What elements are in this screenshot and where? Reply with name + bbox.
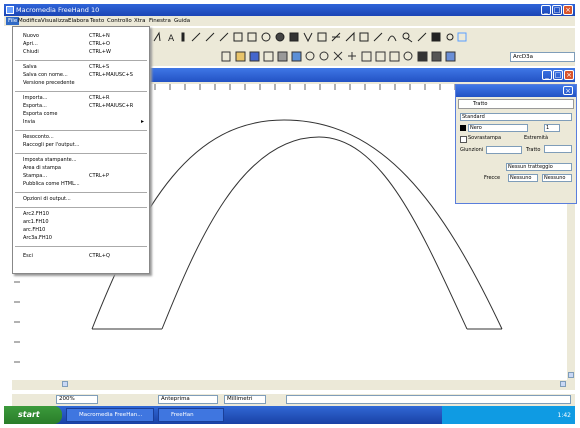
panel-title-bar: × xyxy=(456,85,576,97)
menu-item-print-area[interactable]: Area di stampa xyxy=(23,165,61,171)
menu-item-recent-file[interactable]: Arc2.FH10 xyxy=(23,211,49,217)
doc-close-button[interactable]: × xyxy=(564,70,574,80)
stroke-type-select[interactable]: Standard xyxy=(460,113,572,121)
menu-guida[interactable]: Guida xyxy=(174,18,190,24)
menu-item-print[interactable]: Stampa... xyxy=(23,173,47,179)
panel-close-button[interactable]: × xyxy=(563,86,573,95)
svg-text:A: A xyxy=(168,34,175,44)
panel-tabs: Tratto xyxy=(458,99,574,109)
menu-item-send[interactable]: Invia xyxy=(23,119,35,125)
new-doc-icon xyxy=(221,51,231,62)
tools-icons[interactable]: A xyxy=(150,28,575,46)
doc-maximize-button[interactable]: □ xyxy=(553,70,563,80)
document-select[interactable]: ArcD3a xyxy=(510,52,575,62)
cap-label: Estremità xyxy=(524,135,549,141)
arrow-left-select[interactable]: Nessuno xyxy=(508,174,538,182)
menu-item-save[interactable]: Salva xyxy=(23,64,37,70)
menu-visualizza[interactable]: Visualizza xyxy=(41,18,68,24)
status-info xyxy=(286,395,571,404)
color-select[interactable]: Nero xyxy=(468,124,528,132)
menu-item-report[interactable]: Resoconto... xyxy=(23,134,54,140)
doc-minimize-button[interactable]: _ xyxy=(542,70,552,80)
menu-separator xyxy=(15,246,147,247)
join-label: Giunzioni xyxy=(460,147,484,153)
tab-stroke[interactable]: Tratto xyxy=(473,101,487,107)
menu-item-open[interactable]: Apri... xyxy=(23,41,38,47)
maximize-button[interactable]: □ xyxy=(552,5,562,15)
menu-item-export-as[interactable]: Esporta come xyxy=(23,111,57,117)
menu-shortcut: CTRL+S xyxy=(89,64,110,70)
menu-shortcut: CTRL+MAIUSC+S xyxy=(89,72,133,78)
width-field[interactable]: 1 xyxy=(544,124,560,132)
menu-item-save-as[interactable]: Salva con nome... xyxy=(23,72,68,78)
arrow-right-select[interactable]: Nessuno xyxy=(542,174,572,182)
menu-item-publish-html[interactable]: Pubblica come HTML... xyxy=(23,181,80,187)
file-menu: Nuovo CTRL+N Apri... CTRL+O Chiudi CTRL+… xyxy=(12,26,150,274)
tray-clock: 1:42 xyxy=(557,412,571,419)
status-bar: 200% Anteprima Millimetri xyxy=(12,394,575,406)
menu-separator xyxy=(15,91,147,92)
menu-elabora[interactable]: Elabora xyxy=(68,18,89,24)
arrow-label: Frecce xyxy=(484,175,501,181)
menu-item-recent-file[interactable]: arc.FH10 xyxy=(23,227,45,233)
dash-select[interactable]: Nessun tratteggio xyxy=(506,163,572,171)
menu-separator xyxy=(15,207,147,208)
submenu-arrow-icon: ▸ xyxy=(141,118,145,125)
menu-shortcut: CTRL+O xyxy=(89,41,110,47)
menu-item-recent-file[interactable]: Arc3a.FH10 xyxy=(23,235,52,241)
menu-item-revert[interactable]: Versione precedente xyxy=(23,80,75,86)
menu-finestra[interactable]: Finestra xyxy=(149,18,171,24)
menu-item-exit[interactable]: Esci xyxy=(23,253,33,259)
menu-item-recent-file[interactable]: arc1.FH10 xyxy=(23,219,49,225)
cap-buttons[interactable] xyxy=(544,145,572,153)
title-bar: Macromedia FreeHand 10 _ □ × xyxy=(4,4,575,16)
taskbar: start Macromedia FreeHan... FreeHan 1:42 xyxy=(4,406,575,424)
view-mode-select[interactable]: Anteprima xyxy=(158,395,218,404)
system-tray: 1:42 xyxy=(442,406,575,424)
zoom-select[interactable]: 200% xyxy=(56,395,98,404)
menu-separator xyxy=(15,192,147,193)
menu-xtra[interactable]: Xtra xyxy=(134,18,146,24)
color-swatch[interactable] xyxy=(460,125,466,131)
window-title: Macromedia FreeHand 10 xyxy=(16,6,100,14)
menu-shortcut: CTRL+N xyxy=(89,33,110,39)
menu-item-export[interactable]: Esporta... xyxy=(23,103,47,109)
taskbar-item-freehand-2[interactable]: FreeHan xyxy=(158,408,224,422)
menu-modifica[interactable]: Modifica xyxy=(18,18,41,24)
menu-item-new[interactable]: Nuovo xyxy=(23,33,39,39)
menu-separator xyxy=(15,60,147,61)
join-select[interactable] xyxy=(486,146,522,154)
menu-separator xyxy=(15,130,147,131)
taskbar-item-freehand[interactable]: Macromedia FreeHan... xyxy=(66,408,154,422)
menu-shortcut: CTRL+W xyxy=(89,49,111,55)
menu-shortcut: CTRL+P xyxy=(89,173,110,179)
overprint-label: Sovrastampa xyxy=(468,135,502,141)
document-title-bar: _ □ × xyxy=(150,68,575,82)
menu-shortcut: CTRL+MAIUSC+R xyxy=(89,103,134,109)
units-select[interactable]: Millimetri xyxy=(224,395,266,404)
menu-shortcut: CTRL+R xyxy=(89,95,110,101)
menu-item-output-options[interactable]: Opzioni di output... xyxy=(23,196,71,202)
menu-item-import[interactable]: Importa... xyxy=(23,95,47,101)
menu-separator xyxy=(15,153,147,154)
menu-item-collect[interactable]: Raccogli per l'output... xyxy=(23,142,79,148)
main-toolbar-icons[interactable] xyxy=(150,46,505,66)
app-icon xyxy=(6,6,14,14)
menu-controllo[interactable]: Controllo xyxy=(107,18,132,24)
tools-toolbar: A xyxy=(150,28,575,46)
overprint-checkbox[interactable] xyxy=(460,136,467,143)
menu-item-print-setup[interactable]: Imposta stampante... xyxy=(23,157,77,163)
pointer-icon xyxy=(153,31,161,42)
menu-item-close[interactable]: Chiudi xyxy=(23,49,39,55)
miter-label: Tratto xyxy=(526,147,541,153)
start-button[interactable]: start xyxy=(4,406,62,424)
horizontal-scrollbar[interactable] xyxy=(22,380,567,388)
menu-testo[interactable]: Testo xyxy=(90,18,104,24)
menu-bar: File Modifica Visualizza Elabora Testo C… xyxy=(4,16,575,26)
close-button[interactable]: × xyxy=(563,5,573,15)
main-toolbar: ArcD3a xyxy=(150,46,575,66)
menu-shortcut: CTRL+Q xyxy=(89,253,110,259)
minimize-button[interactable]: _ xyxy=(541,5,551,15)
stroke-panel: × Tratto Standard Nero 1 Sovrastampa Est… xyxy=(455,84,577,204)
